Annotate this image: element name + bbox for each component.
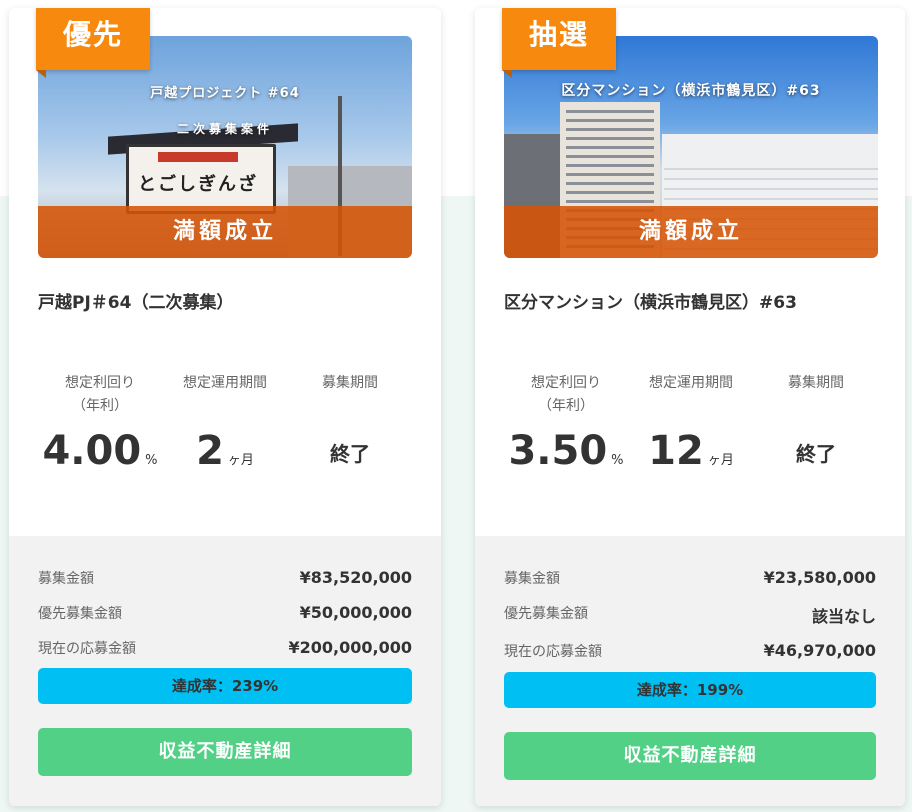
achievement-bar: 達成率：199% [504,672,876,708]
property-detail-button[interactable]: 収益不動産詳細 [504,732,876,780]
property-title[interactable]: 区分マンション（横浜市鶴見区）#63 [504,288,797,313]
period-number: 2 [196,428,224,474]
image-title: 区分マンション（横浜市鶴見区）#63 [561,83,821,99]
amount-panel: 募集金額 ¥23,580,000 優先募集金額 該当なし 現在の応募金額 ¥46… [475,536,905,806]
period-unit: ヶ月 [227,453,254,468]
lottery-badge: 抽選 [502,8,616,78]
recruit-period-value: 終了 [285,428,415,480]
image-title: 戸越プロジェクト #64 [150,86,300,101]
image-subtitle: 二次募集案件 [176,122,273,136]
priority-amount-row: 優先募集金額 該当なし [504,603,876,627]
amount-value: ¥83,520,000 [299,568,412,587]
amount-row: 募集金額 ¥23,580,000 [504,568,876,592]
achievement-bar: 達成率：239% [38,668,412,704]
yield-unit: % [611,453,624,468]
priority-badge: 優先 [36,8,150,78]
recruit-period-value: 終了 [751,428,881,480]
priority-amount-value: 該当なし [811,607,876,626]
period-value: 2 ヶ月 [160,428,290,474]
amount-label: 募集金額 [38,571,94,587]
applied-amount-label: 現在の応募金額 [38,641,136,657]
yield-label: 想定利回り （年利） [501,372,631,418]
applied-amount-value: ¥46,970,000 [763,641,876,660]
yield-number: 4.00 [42,428,142,474]
recruit-status: 終了 [330,442,370,466]
amount-row: 募集金額 ¥83,520,000 [38,568,412,592]
priority-amount-value: ¥50,000,000 [299,603,412,622]
applied-amount-row: 現在の応募金額 ¥46,970,000 [504,641,876,665]
yield-label-line1: 想定利回り [65,375,135,391]
shop-sign-stripe [158,152,238,162]
fund-card[interactable]: とごしぎんざ 戸越プロジェクト #64 二次募集案件 満額成立 優先 戸越PJ＃… [9,8,441,806]
yield-label: 想定利回り （年利） [35,372,165,418]
period-number: 12 [648,428,704,474]
recruit-status: 終了 [796,442,836,466]
status-band: 満額成立 [504,206,878,258]
period-label: 想定運用期間 [183,375,267,391]
fund-card[interactable]: 区分マンション（横浜市鶴見区）#63 満額成立 抽選 区分マンション（横浜市鶴見… [475,8,905,806]
yield-label-line1: 想定利回り [531,375,601,391]
yield-label-line2: （年利） [72,398,128,414]
applied-amount-row: 現在の応募金額 ¥200,000,000 [38,638,412,662]
period-label: 想定運用期間 [649,375,733,391]
yield-value: 3.50% [501,428,631,474]
yield-number: 3.50 [508,428,608,474]
period-value: 12 ヶ月 [626,428,756,474]
shop-sign-text: とごしぎんざ [138,174,258,195]
amount-value: ¥23,580,000 [763,568,876,587]
applied-amount-label: 現在の応募金額 [504,644,602,660]
yield-label-line2: （年利） [538,398,594,414]
applied-amount-value: ¥200,000,000 [288,638,412,657]
priority-amount-row: 優先募集金額 ¥50,000,000 [38,603,412,627]
amount-label: 募集金額 [504,571,560,587]
property-title[interactable]: 戸越PJ＃64（二次募集） [38,288,233,313]
yield-unit: % [145,453,158,468]
priority-amount-label: 優先募集金額 [38,606,122,622]
recruit-period-label: 募集期間 [788,375,844,391]
period-unit: ヶ月 [707,453,734,468]
amount-panel: 募集金額 ¥83,520,000 優先募集金額 ¥50,000,000 現在の応… [9,536,441,806]
recruit-period-label: 募集期間 [322,375,378,391]
yield-value: 4.00% [35,428,165,474]
property-detail-button[interactable]: 収益不動産詳細 [38,728,412,776]
status-band: 満額成立 [38,206,412,258]
priority-amount-label: 優先募集金額 [504,606,588,622]
